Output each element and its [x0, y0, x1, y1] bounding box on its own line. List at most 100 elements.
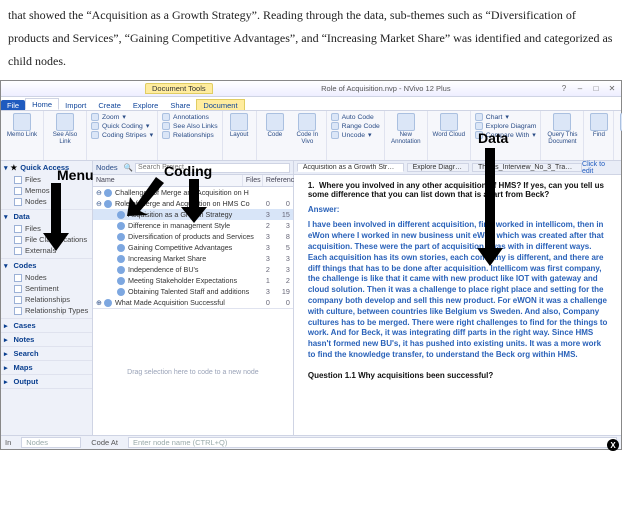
- tab-import[interactable]: Import: [59, 100, 92, 110]
- relationship-icon: [162, 131, 170, 139]
- auto-code-button[interactable]: Auto Code: [331, 113, 380, 121]
- toggle-icon[interactable]: ⊖: [96, 188, 104, 197]
- help-icon[interactable]: ?: [559, 84, 569, 93]
- nav-relationships[interactable]: Relationships: [14, 294, 89, 305]
- find-button[interactable]: Find: [588, 113, 609, 138]
- footer-in-value[interactable]: Nodes: [21, 437, 81, 448]
- nav-nodes[interactable]: Nodes: [14, 196, 89, 207]
- code-invivo-button[interactable]: Code In Vivo: [293, 113, 322, 144]
- nav-memos[interactable]: Memos: [14, 185, 89, 196]
- find-icon: [590, 113, 608, 131]
- question-1-1: Question 1.1 Why acquisitions been succe…: [308, 371, 609, 380]
- nav-files[interactable]: Files: [14, 174, 89, 185]
- node-row[interactable]: Diversification of products and Services…: [93, 231, 293, 242]
- node-row[interactable]: ⊕What Made Acquisition Successful00: [93, 297, 293, 308]
- close-button[interactable]: ✕: [607, 84, 617, 93]
- node-row[interactable]: Acquisition as a Growth Strategy315: [93, 209, 293, 220]
- nav-notes[interactable]: ▸Notes: [4, 335, 89, 344]
- status-bar: In Nodes Code At Enter node name (CTRL+Q…: [1, 435, 621, 449]
- drag-hint[interactable]: Drag selection here to code to a new nod…: [93, 308, 293, 435]
- node-row[interactable]: Increasing Market Share33: [93, 253, 293, 264]
- zoom-icon: [91, 113, 99, 121]
- reader-tab-diagram[interactable]: Explore Diagram: [407, 163, 469, 172]
- node-row[interactable]: ⊖Role of Merge and Acquisition on HMS Co…: [93, 198, 293, 209]
- link-icon: [56, 113, 74, 131]
- reader-tab-node[interactable]: Acquisition as a Growth Strateg: [297, 163, 404, 172]
- node-refs: 3: [270, 221, 290, 230]
- quick-coding-button[interactable]: Quick Coding ▾: [91, 122, 153, 130]
- nav-sentiment[interactable]: Sentiment: [14, 283, 89, 294]
- compare-with-button[interactable]: Compare With ▾: [475, 131, 537, 139]
- nav-data-files[interactable]: Files: [14, 223, 89, 234]
- document-content[interactable]: 1. Where you involved in any other acqui…: [294, 175, 621, 435]
- new-annotation-icon: [397, 113, 415, 131]
- titlebar: Document Tools Role of Acquisition.nvp -…: [1, 81, 621, 97]
- tab-home[interactable]: Home: [25, 98, 59, 110]
- node-refs: 3: [270, 265, 290, 274]
- query-doc-button[interactable]: Query This Document: [545, 113, 579, 144]
- zoom-button[interactable]: Zoom ▾: [91, 113, 153, 121]
- memo-link-button[interactable]: Memo Link: [5, 113, 39, 138]
- node-row[interactable]: Independence of BU's23: [93, 264, 293, 275]
- coding-stripes-button[interactable]: Coding Stripes ▾: [91, 131, 153, 139]
- node-refs: 19: [270, 287, 290, 296]
- tab-create[interactable]: Create: [92, 100, 127, 110]
- nav-codes-nodes[interactable]: Nodes: [14, 272, 89, 283]
- node-refs: 0: [270, 298, 290, 307]
- nav-quick-access[interactable]: ▾★Quick Access: [4, 163, 89, 172]
- ribbon-tabs: File Home Import Create Explore Share Do…: [1, 97, 621, 111]
- node-row[interactable]: ⊖Challenges of Merge and Acquisition on …: [93, 187, 293, 198]
- toggle-icon[interactable]: ⊖: [96, 199, 104, 208]
- reader-tab-transcript[interactable]: Thesis_Interview_No_3_Transcri: [472, 163, 582, 172]
- nav-file-classifications[interactable]: File Classifications: [14, 234, 89, 245]
- code-button[interactable]: Code: [261, 113, 290, 138]
- search-project-input[interactable]: [135, 163, 290, 173]
- uncode-button[interactable]: Uncode ▾: [331, 131, 380, 139]
- nav-data[interactable]: ▾Data: [4, 212, 89, 221]
- nav-maps[interactable]: ▸Maps: [4, 363, 89, 372]
- search-icon: 🔍: [124, 163, 133, 172]
- node-row[interactable]: Difference in management Style23: [93, 220, 293, 231]
- footer-code-input[interactable]: Enter node name (CTRL+Q): [128, 437, 617, 448]
- node-icon: [104, 189, 112, 197]
- chevron-right-icon: ▸: [4, 364, 8, 372]
- node-name: Obtaining Talented Staff and additions: [128, 287, 254, 296]
- see-also-link-button[interactable]: See Also Link: [48, 113, 82, 144]
- tab-document[interactable]: Document: [196, 99, 244, 110]
- node-icon: [117, 244, 125, 252]
- ribbon: Memo Link See Also Link Zoom ▾ Quick Cod…: [1, 111, 621, 161]
- tab-share[interactable]: Share: [164, 100, 196, 110]
- node-row[interactable]: Obtaining Talented Staff and additions31…: [93, 286, 293, 297]
- col-name[interactable]: Name: [96, 177, 115, 184]
- toggle-icon[interactable]: ⊕: [96, 298, 104, 307]
- nav-codes[interactable]: ▾Codes: [4, 261, 89, 270]
- tab-explore[interactable]: Explore: [127, 100, 164, 110]
- layout-button[interactable]: Layout: [227, 113, 252, 138]
- reader-tabs: Acquisition as a Growth Strateg Explore …: [294, 161, 621, 175]
- nodes-panel: Nodes 🔍 Name Files References ⊖Challenge…: [93, 161, 294, 435]
- nav-externals[interactable]: Externals: [14, 245, 89, 256]
- word-cloud-button[interactable]: Word Cloud: [432, 113, 466, 138]
- relationships-toggle[interactable]: Relationships: [162, 131, 218, 139]
- new-annotation-button[interactable]: New Annotation: [389, 113, 423, 144]
- nav-output[interactable]: ▸Output: [4, 377, 89, 386]
- edit-button[interactable]: Edit: [618, 113, 622, 138]
- node-row[interactable]: Meeting Stakeholder Expectations12: [93, 275, 293, 286]
- nav-search[interactable]: ▸Search: [4, 349, 89, 358]
- layout-icon: [230, 113, 248, 131]
- see-also-links-toggle[interactable]: See Also Links: [162, 122, 218, 130]
- nodes-icon: [14, 274, 22, 282]
- maximize-button[interactable]: □: [591, 84, 601, 93]
- annotations-toggle[interactable]: Annotations: [162, 113, 218, 121]
- range-code-button[interactable]: Range Code: [331, 122, 380, 130]
- node-row[interactable]: Gaining Competitive Advantages35: [93, 242, 293, 253]
- minimize-button[interactable]: –: [575, 84, 585, 93]
- click-to-edit[interactable]: Click to edit: [582, 161, 617, 175]
- chart-button[interactable]: Chart ▾: [475, 113, 537, 121]
- nav-cases[interactable]: ▸Cases: [4, 321, 89, 330]
- tab-file[interactable]: File: [1, 100, 25, 110]
- node-files: 3: [254, 210, 270, 219]
- explore-diagram-button[interactable]: Explore Diagram: [475, 122, 537, 130]
- nav-relationship-types[interactable]: Relationship Types: [14, 305, 89, 316]
- col-files[interactable]: Files: [246, 177, 261, 184]
